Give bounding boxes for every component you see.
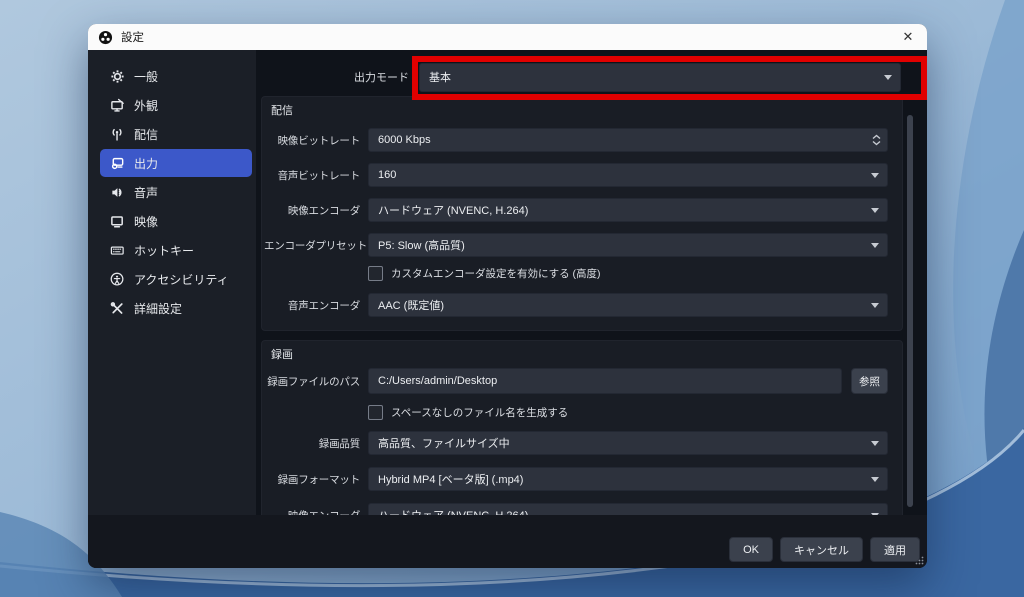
recording-format-row: 録画フォーマット Hybrid MP4 [ベータ版] (.mp4) bbox=[270, 467, 888, 491]
close-icon[interactable]: ✕ bbox=[899, 29, 917, 45]
scrollbar[interactable] bbox=[907, 115, 913, 507]
chevron-down-icon bbox=[871, 303, 879, 312]
sidebar-item-output[interactable]: 出力 bbox=[100, 149, 252, 177]
sidebar-item-general[interactable]: 一般 bbox=[100, 62, 252, 90]
sidebar-item-hotkeys[interactable]: ホットキー bbox=[100, 236, 252, 264]
chevron-down-icon bbox=[871, 477, 879, 486]
audio-bitrate-dropdown[interactable]: 160 bbox=[368, 163, 888, 187]
audio-encoder-dropdown[interactable]: AAC (既定値) bbox=[368, 293, 888, 317]
accessibility-icon bbox=[110, 272, 124, 285]
gear-icon bbox=[111, 69, 124, 83]
sidebar-item-label: ホットキー bbox=[134, 243, 195, 258]
window-title: 設定 bbox=[121, 32, 144, 44]
display-icon bbox=[111, 215, 123, 228]
sidebar-item-stream[interactable]: 配信 bbox=[100, 120, 252, 148]
audio-encoder-row: 音声エンコーダ AAC (既定値) bbox=[270, 293, 888, 317]
output-mode-label: 出力モード bbox=[354, 72, 409, 84]
section-title: 録画 bbox=[271, 349, 293, 361]
section-title: 配信 bbox=[271, 105, 293, 117]
annotation-highlight-box bbox=[412, 56, 927, 100]
resize-grip[interactable] bbox=[915, 556, 924, 565]
video-bitrate-spinbox[interactable]: 6000 Kbps bbox=[368, 128, 888, 152]
no-space-filename-row: スペースなしのファイル名を生成する bbox=[270, 404, 888, 420]
audio-bitrate-row: 音声ビットレート 160 bbox=[270, 163, 888, 187]
appearance-icon bbox=[111, 98, 124, 112]
apply-button[interactable]: 適用 bbox=[870, 537, 920, 562]
broadcast-icon bbox=[112, 128, 122, 141]
sidebar-item-label: 一般 bbox=[134, 69, 159, 84]
speaker-icon bbox=[112, 187, 122, 197]
video-encoder-dropdown[interactable]: ハードウェア (NVENC, H.264) bbox=[368, 198, 888, 222]
sidebar-item-label: 詳細設定 bbox=[134, 301, 183, 316]
recording-quality-row: 録画品質 高品質、ファイルサイズ中 bbox=[270, 431, 888, 455]
obs-logo-icon bbox=[98, 30, 113, 44]
sidebar-item-label: 出力 bbox=[134, 156, 159, 171]
video-bitrate-row: 映像ビットレート 6000 Kbps bbox=[270, 128, 888, 152]
desktop: 設定 ✕ 一般 外観 配信 出力 音声 映像 ホットキー アクセシビリティ 詳細… bbox=[0, 0, 1024, 597]
titlebar[interactable]: 設定 ✕ bbox=[88, 24, 927, 50]
sidebar-item-video[interactable]: 映像 bbox=[100, 207, 252, 235]
chevron-down-icon bbox=[871, 441, 879, 450]
custom-encoder-checkbox[interactable] bbox=[368, 265, 383, 281]
scrollbar-thumb[interactable] bbox=[907, 115, 913, 507]
browse-button[interactable]: 参照 bbox=[851, 368, 888, 394]
sidebar-item-label: 音声 bbox=[134, 185, 159, 200]
chevron-down-icon bbox=[871, 243, 879, 252]
recording-video-encoder-dropdown[interactable]: ハードウェア (NVENC, H.264) bbox=[368, 503, 888, 515]
recording-video-encoder-row: 映像エンコーダ ハードウェア (NVENC, H.264) bbox=[270, 503, 888, 515]
sidebar-item-audio[interactable]: 音声 bbox=[100, 178, 252, 206]
output-icon bbox=[111, 157, 124, 169]
custom-encoder-settings-row: カスタムエンコーダ設定を有効にする (高度) bbox=[270, 265, 888, 281]
no-space-filename-checkbox[interactable] bbox=[368, 404, 383, 420]
recording-format-dropdown[interactable]: Hybrid MP4 [ベータ版] (.mp4) bbox=[368, 467, 888, 491]
sidebar: 一般 外観 配信 出力 音声 映像 ホットキー アクセシビリティ 詳細設定 bbox=[88, 50, 256, 515]
video-encoder-row: 映像エンコーダ ハードウェア (NVENC, H.264) bbox=[270, 198, 888, 222]
chevron-down-icon bbox=[871, 173, 879, 182]
keyboard-icon bbox=[110, 246, 124, 255]
spinner-arrows-icon[interactable] bbox=[872, 134, 881, 146]
recording-path-input[interactable]: C:/Users/admin/Desktop bbox=[368, 368, 842, 394]
sidebar-item-accessibility[interactable]: アクセシビリティ bbox=[100, 265, 252, 293]
sidebar-item-appearance[interactable]: 外観 bbox=[100, 91, 252, 119]
settings-window: 設定 ✕ 一般 外観 配信 出力 音声 映像 ホットキー アクセシビリティ 詳細… bbox=[88, 24, 927, 568]
cancel-button[interactable]: キャンセル bbox=[780, 537, 863, 562]
stream-section: 配信 映像ビットレート 6000 Kbps 音声ビットレート 160 映像エンコ… bbox=[261, 96, 903, 331]
ok-button[interactable]: OK bbox=[729, 537, 773, 562]
settings-body: 一般 外観 配信 出力 音声 映像 ホットキー アクセシビリティ 詳細設定 出力… bbox=[88, 50, 927, 515]
tools-icon bbox=[110, 301, 123, 314]
recording-quality-dropdown[interactable]: 高品質、ファイルサイズ中 bbox=[368, 431, 888, 455]
sidebar-item-label: 配信 bbox=[134, 127, 159, 142]
chevron-down-icon bbox=[871, 208, 879, 217]
sidebar-item-advanced[interactable]: 詳細設定 bbox=[100, 294, 252, 322]
output-settings-content: 出力モード 基本 配信 映像ビットレート 6000 Kbps 音声ビットレート … bbox=[256, 50, 927, 515]
sidebar-item-label: 外観 bbox=[134, 98, 159, 113]
recording-section: 録画 録画ファイルのパス C:/Users/admin/Desktop 参照 ス… bbox=[261, 340, 903, 515]
sidebar-item-label: 映像 bbox=[134, 214, 159, 229]
sidebar-item-label: アクセシビリティ bbox=[134, 272, 229, 287]
dialog-footer: OK キャンセル 適用 bbox=[88, 515, 927, 568]
encoder-preset-row: エンコーダプリセット P5: Slow (高品質) bbox=[264, 233, 888, 257]
encoder-preset-dropdown[interactable]: P5: Slow (高品質) bbox=[368, 233, 888, 257]
recording-path-row: 録画ファイルのパス C:/Users/admin/Desktop 参照 bbox=[267, 368, 888, 394]
